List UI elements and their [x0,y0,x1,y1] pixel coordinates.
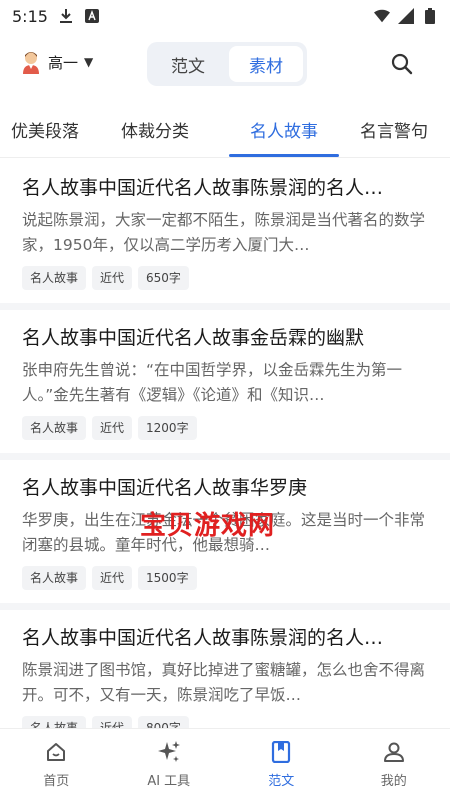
segment-sucai[interactable]: 素材 [229,46,303,82]
search-button[interactable] [390,52,414,76]
status-right [374,8,438,24]
tab-famous-stories[interactable]: 名人故事 [229,102,339,157]
home-icon [44,740,68,764]
article-excerpt: 陈景润进了图书馆，真好比掉进了蜜糖罐，怎么也舍不得离开。可不，又有一天，陈景润吃… [22,661,426,704]
grade-label: 高一 [48,53,79,72]
signal-icon [398,8,414,24]
article-tags: 名人故事 近代 1500字 [22,566,428,590]
category-tabs: 优美段落 体裁分类 名人故事 名言警句 [0,102,450,158]
article-excerpt: 华罗庚，出生在江苏金坛一个贫困家庭。这是当时一个非常闭塞的县城。童年时代，他最想… [22,511,426,554]
article-excerpt: 张申府先生曾说：“在中国哲学界，以金岳霖先生为第一人。”金先生著有《逻辑》《论道… [22,361,403,404]
download-icon [58,8,74,24]
bookmark-book-icon [269,740,293,764]
tag-era: 近代 [92,416,133,440]
wifi-icon [374,8,390,24]
tag-wordcount: 1500字 [138,566,197,590]
status-time: 5:15 [12,6,48,26]
article-title: 名人故事中国近代名人故事金岳霖的幽默 [22,327,365,349]
tag-category: 名人故事 [22,566,87,590]
status-left: 5:15 [12,7,100,26]
tab-beautiful-paragraphs[interactable]: 优美段落 [10,102,80,156]
battery-icon [422,8,438,24]
nav-home[interactable]: 首页 [0,729,113,800]
article-title: 名人故事中国近代名人故事华罗庚 [22,477,308,499]
person-icon [382,740,406,764]
tag-era: 近代 [92,266,133,290]
tab-genre[interactable]: 体裁分类 [120,102,190,156]
article-tags: 名人故事 近代 1200字 [22,416,428,440]
article-title: 名人故事中国近代名人故事陈景润的名人… [22,627,384,649]
sparkle-icon [157,740,181,764]
article-card[interactable]: 名人故事中国近代名人故事华罗庚 华罗庚，出生在江苏金坛一个贫困家庭。这是当时一个… [0,460,450,610]
nav-fanwen[interactable]: 范文 [225,729,338,800]
article-excerpt: 说起陈景润，大家一定都不陌生，陈景润是当代著名的数学家，1950年，仅以高二学历… [22,211,426,254]
search-icon [390,53,414,80]
tag-wordcount: 1200字 [138,416,197,440]
article-title: 名人故事中国近代名人故事陈景润的名人… [22,177,384,199]
article-list: 名人故事中国近代名人故事陈景润的名人… 说起陈景润，大家一定都不陌生，陈景润是当… [0,160,450,760]
app-notification-icon [84,8,100,24]
segment-fanwen[interactable]: 范文 [151,46,225,82]
status-bar: 5:15 [0,0,450,32]
avatar-icon [20,50,42,74]
segment-control: 范文 素材 [147,42,307,86]
nav-label: AI 工具 [147,774,191,789]
tag-era: 近代 [92,566,133,590]
nav-mine[interactable]: 我的 [338,729,450,800]
tag-category: 名人故事 [22,416,87,440]
tag-wordcount: 650字 [138,266,189,290]
nav-ai-tools[interactable]: AI 工具 [113,729,226,800]
nav-label: 我的 [380,774,407,789]
chevron-down-icon: ▼ [84,55,94,69]
bottom-nav: 首页 AI 工具 范文 我的 [0,728,450,800]
nav-label: 首页 [43,774,70,789]
header: 高一 ▼ 范文 素材 [0,40,450,88]
article-card[interactable]: 名人故事中国近代名人故事金岳霖的幽默 张申府先生曾说：“在中国哲学界，以金岳霖先… [0,310,450,460]
article-card[interactable]: 名人故事中国近代名人故事陈景润的名人… 说起陈景润，大家一定都不陌生，陈景润是当… [0,160,450,310]
tag-category: 名人故事 [22,266,87,290]
nav-label: 范文 [268,774,295,789]
article-tags: 名人故事 近代 650字 [22,266,428,290]
tab-quotes[interactable]: 名言警句 [359,102,429,156]
grade-selector[interactable]: 高一 ▼ [20,50,93,74]
